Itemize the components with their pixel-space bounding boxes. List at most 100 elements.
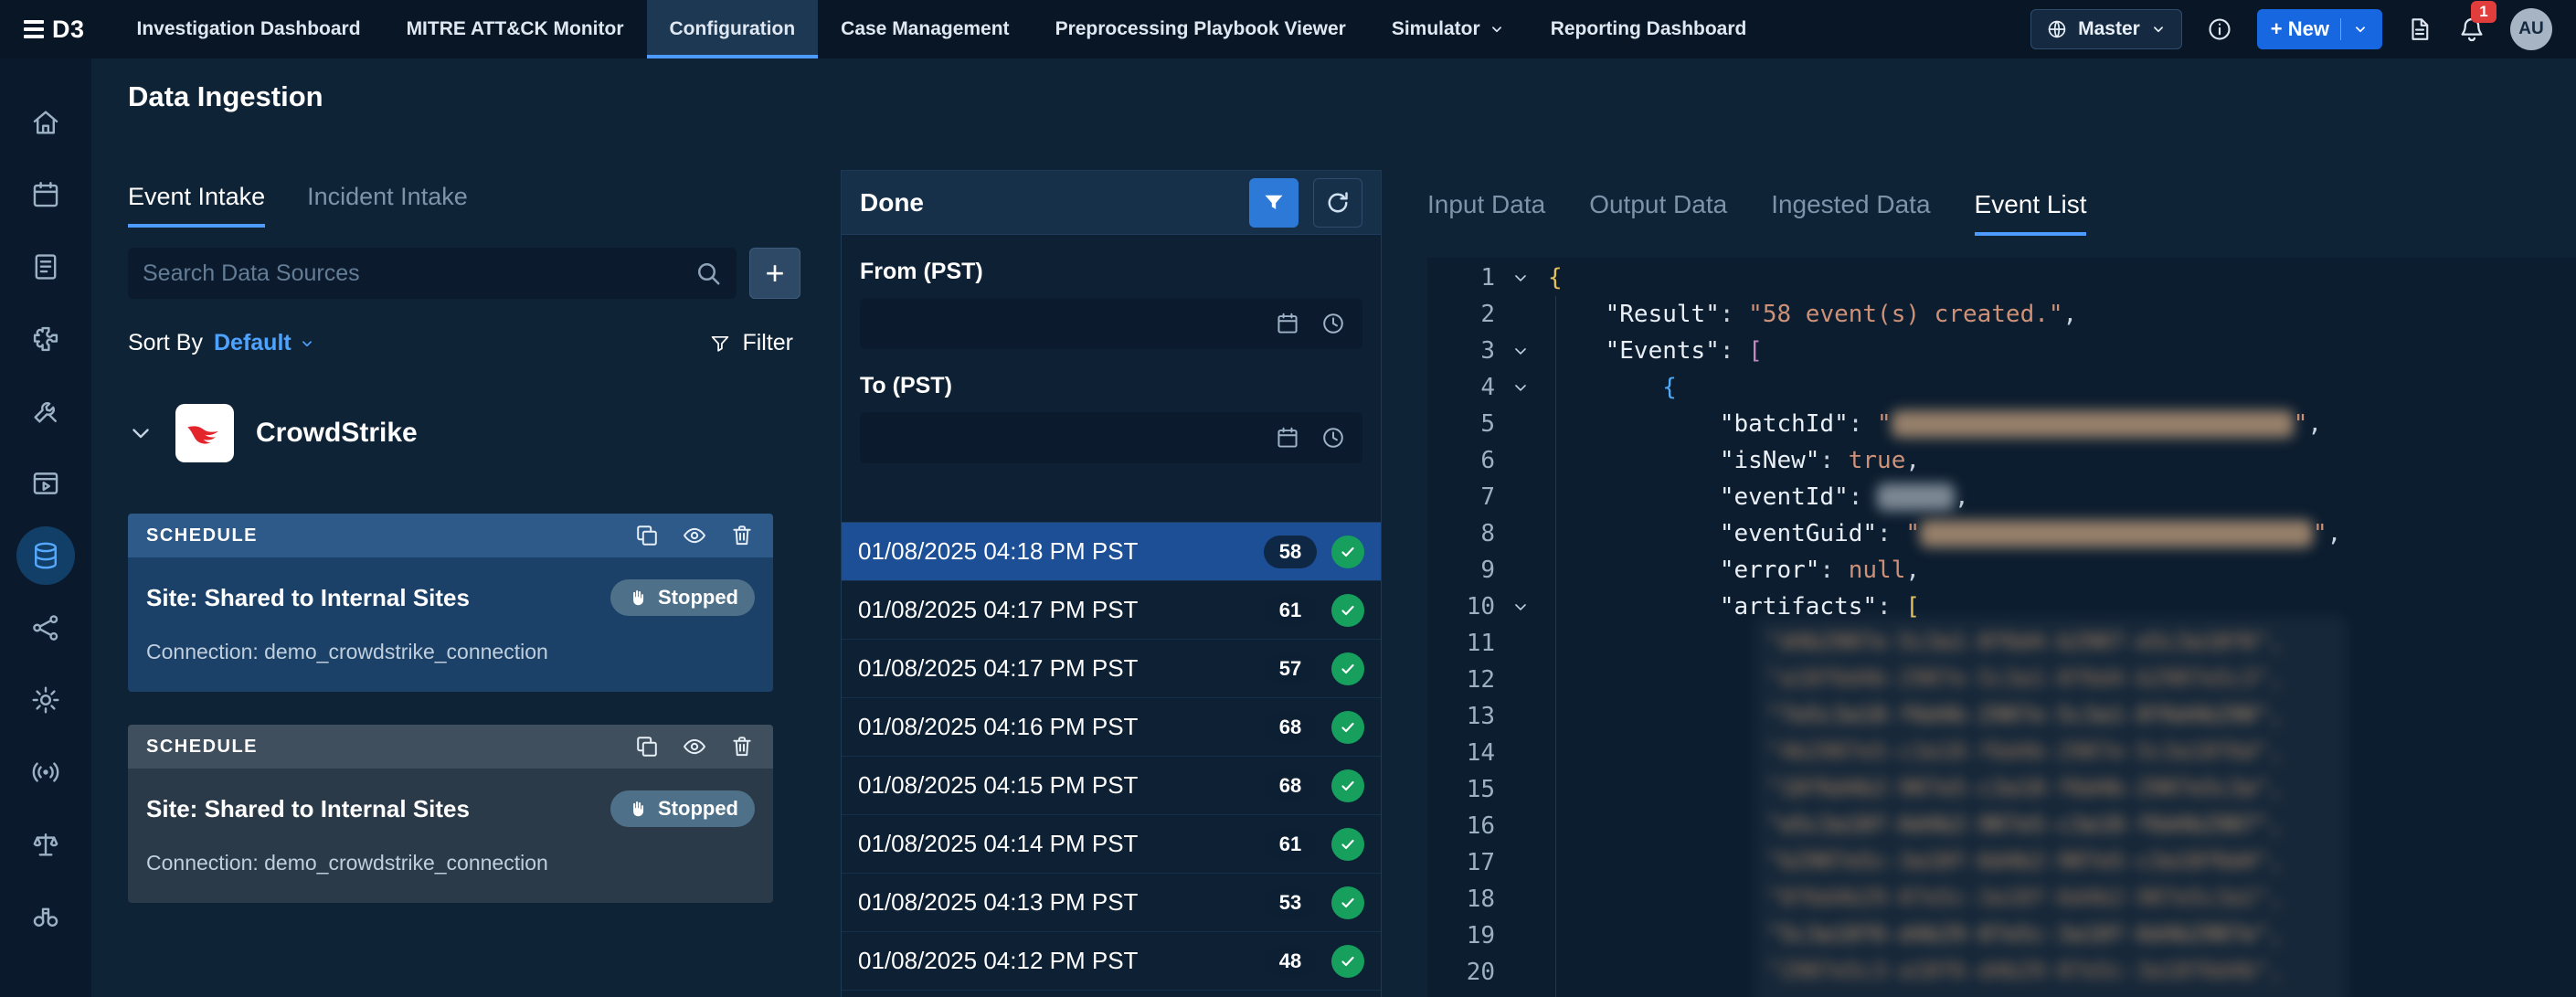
calendar-icon[interactable] [1275, 425, 1300, 451]
tab-ingested-data[interactable]: Ingested Data [1771, 190, 1930, 236]
eye-icon[interactable] [682, 734, 707, 759]
nav-simulator[interactable]: Simulator [1369, 0, 1528, 58]
done-batch-row[interactable]: 01/08/2025 04:14 PM PST61 [842, 815, 1381, 874]
scale-icon [16, 815, 75, 874]
schedule-cards: SCHEDULESite: Shared to Internal SitesSt… [128, 514, 773, 903]
redacted-text [1892, 410, 2294, 438]
batch-timestamp: 01/08/2025 04:16 PM PST [858, 713, 1138, 741]
avatar[interactable]: AU [2510, 8, 2552, 50]
tab-event-list[interactable]: Event List [1975, 190, 2087, 236]
new-button-divider [2340, 18, 2341, 40]
add-data-source-button[interactable]: + [749, 248, 800, 299]
line-number: 1 [1427, 260, 1500, 296]
eye-icon[interactable] [682, 523, 707, 548]
copy-icon[interactable] [634, 523, 660, 548]
app-root: D3 Investigation DashboardMITRE ATT&CK M… [0, 0, 2576, 997]
master-selector[interactable]: Master [2030, 9, 2182, 49]
line-number: 19 [1427, 917, 1500, 954]
line-number: 2 [1427, 296, 1500, 333]
sidebar-item-home[interactable] [0, 86, 91, 158]
document-icon[interactable] [2406, 16, 2433, 43]
fold-spacer [1500, 808, 1541, 844]
done-batch-row[interactable]: 01/08/2025 04:12 PM PST48 [842, 932, 1381, 991]
sidebar-item-report[interactable] [0, 230, 91, 302]
data-source-crowdstrike[interactable]: CrowdStrike [128, 404, 800, 462]
nav-investigation-dashboard[interactable]: Investigation Dashboard [114, 0, 384, 58]
done-batch-row[interactable]: 01/08/2025 04:17 PM PST61 [842, 581, 1381, 640]
redacted-text [1877, 483, 1955, 511]
d3-logo-bars-icon [24, 20, 44, 38]
done-filter-button[interactable] [1249, 178, 1299, 228]
from-date-input[interactable] [860, 298, 1362, 349]
schedule-card[interactable]: SCHEDULESite: Shared to Internal SitesSt… [128, 514, 773, 692]
nav-configuration[interactable]: Configuration [647, 0, 819, 58]
sidebar-item-data-ingestion[interactable] [0, 519, 91, 591]
sidebar-item-scale[interactable] [0, 808, 91, 880]
code-line: 7 "eventId": , [1427, 479, 2576, 515]
sidebar-item-hunt[interactable] [0, 880, 91, 952]
data-source-name: CrowdStrike [256, 418, 418, 449]
d3-logo[interactable]: D3 [24, 16, 85, 44]
fold-chevron-icon[interactable] [1500, 333, 1541, 369]
fold-spacer [1500, 625, 1541, 662]
event-count-badge: 61 [1264, 594, 1317, 627]
tab-output-data[interactable]: Output Data [1589, 190, 1727, 236]
done-batch-row[interactable]: 01/08/2025 04:13 PM PST53 [842, 874, 1381, 932]
sidebar-item-webhook[interactable] [0, 736, 91, 808]
sidebar-item-connections[interactable] [0, 591, 91, 663]
notifications-bell[interactable]: 1 [2457, 15, 2486, 44]
tab-input-data[interactable]: Input Data [1427, 190, 1545, 236]
indent-guide [1555, 296, 1556, 997]
calendar-icon[interactable] [1275, 311, 1300, 336]
sidebar-item-calendar[interactable] [0, 158, 91, 230]
to-date-input[interactable] [860, 412, 1362, 463]
sort-dropdown[interactable]: Default [214, 330, 315, 356]
batch-timestamp: 01/08/2025 04:18 PM PST [858, 537, 1138, 566]
schedule-card[interactable]: SCHEDULESite: Shared to Internal SitesSt… [128, 725, 773, 903]
trash-icon[interactable] [729, 734, 755, 759]
nav-reporting-dashboard[interactable]: Reporting Dashboard [1528, 0, 1770, 58]
clock-icon[interactable] [1320, 311, 1346, 336]
done-batch-row[interactable]: 01/08/2025 04:17 PM PST57 [842, 640, 1381, 698]
caret-down-icon [299, 335, 315, 352]
done-batch-row[interactable]: 01/08/2025 04:15 PM PST68 [842, 757, 1381, 815]
event-count-badge: 61 [1264, 828, 1317, 861]
done-batch-row[interactable]: 01/08/2025 04:16 PM PST68 [842, 698, 1381, 757]
sidebar-item-integrations[interactable] [0, 302, 91, 375]
crowdstrike-falcon-icon [184, 412, 226, 454]
trash-icon[interactable] [729, 523, 755, 548]
page-title: Data Ingestion [128, 80, 2576, 113]
search-icon[interactable] [694, 260, 722, 287]
batch-timestamp: 01/08/2025 04:17 PM PST [858, 654, 1138, 683]
clock-icon[interactable] [1320, 425, 1346, 451]
filter-button[interactable]: Filter [709, 330, 793, 356]
info-icon[interactable] [2206, 16, 2233, 43]
code-text: { [1541, 369, 1677, 406]
tab-event-intake[interactable]: Event Intake [128, 183, 265, 228]
copy-icon[interactable] [634, 734, 660, 759]
fold-spacer [1500, 881, 1541, 917]
refresh-button[interactable] [1313, 178, 1362, 228]
line-number: 5 [1427, 406, 1500, 442]
fold-chevron-icon[interactable] [1500, 260, 1541, 296]
nav-mitre-att-ck-monitor[interactable]: MITRE ATT&CK Monitor [384, 0, 647, 58]
search-input[interactable] [143, 260, 684, 287]
fold-spacer [1500, 552, 1541, 589]
new-button[interactable]: + New [2257, 9, 2382, 49]
nav-preprocessing-playbook-viewer[interactable]: Preprocessing Playbook Viewer [1033, 0, 1369, 58]
sidebar-item-utilities[interactable] [0, 375, 91, 447]
collapse-chevron-icon[interactable] [128, 420, 154, 446]
sidebar-item-playbook[interactable] [0, 447, 91, 519]
funnel-icon [709, 333, 731, 355]
done-batch-row[interactable]: 01/08/2025 04:18 PM PST58 [842, 523, 1381, 581]
fold-chevron-icon[interactable] [1500, 589, 1541, 625]
sidebar-item-settings[interactable] [0, 663, 91, 736]
fold-chevron-icon[interactable] [1500, 369, 1541, 406]
topbar-right: Master + New 1 AU [2030, 8, 2552, 50]
site-label: Site: Shared to Internal Sites [146, 584, 470, 612]
nav-label: Simulator [1392, 18, 1480, 40]
line-number: 10 [1427, 589, 1500, 625]
fold-spacer [1500, 735, 1541, 771]
nav-case-management[interactable]: Case Management [818, 0, 1032, 58]
tab-incident-intake[interactable]: Incident Intake [307, 183, 468, 228]
